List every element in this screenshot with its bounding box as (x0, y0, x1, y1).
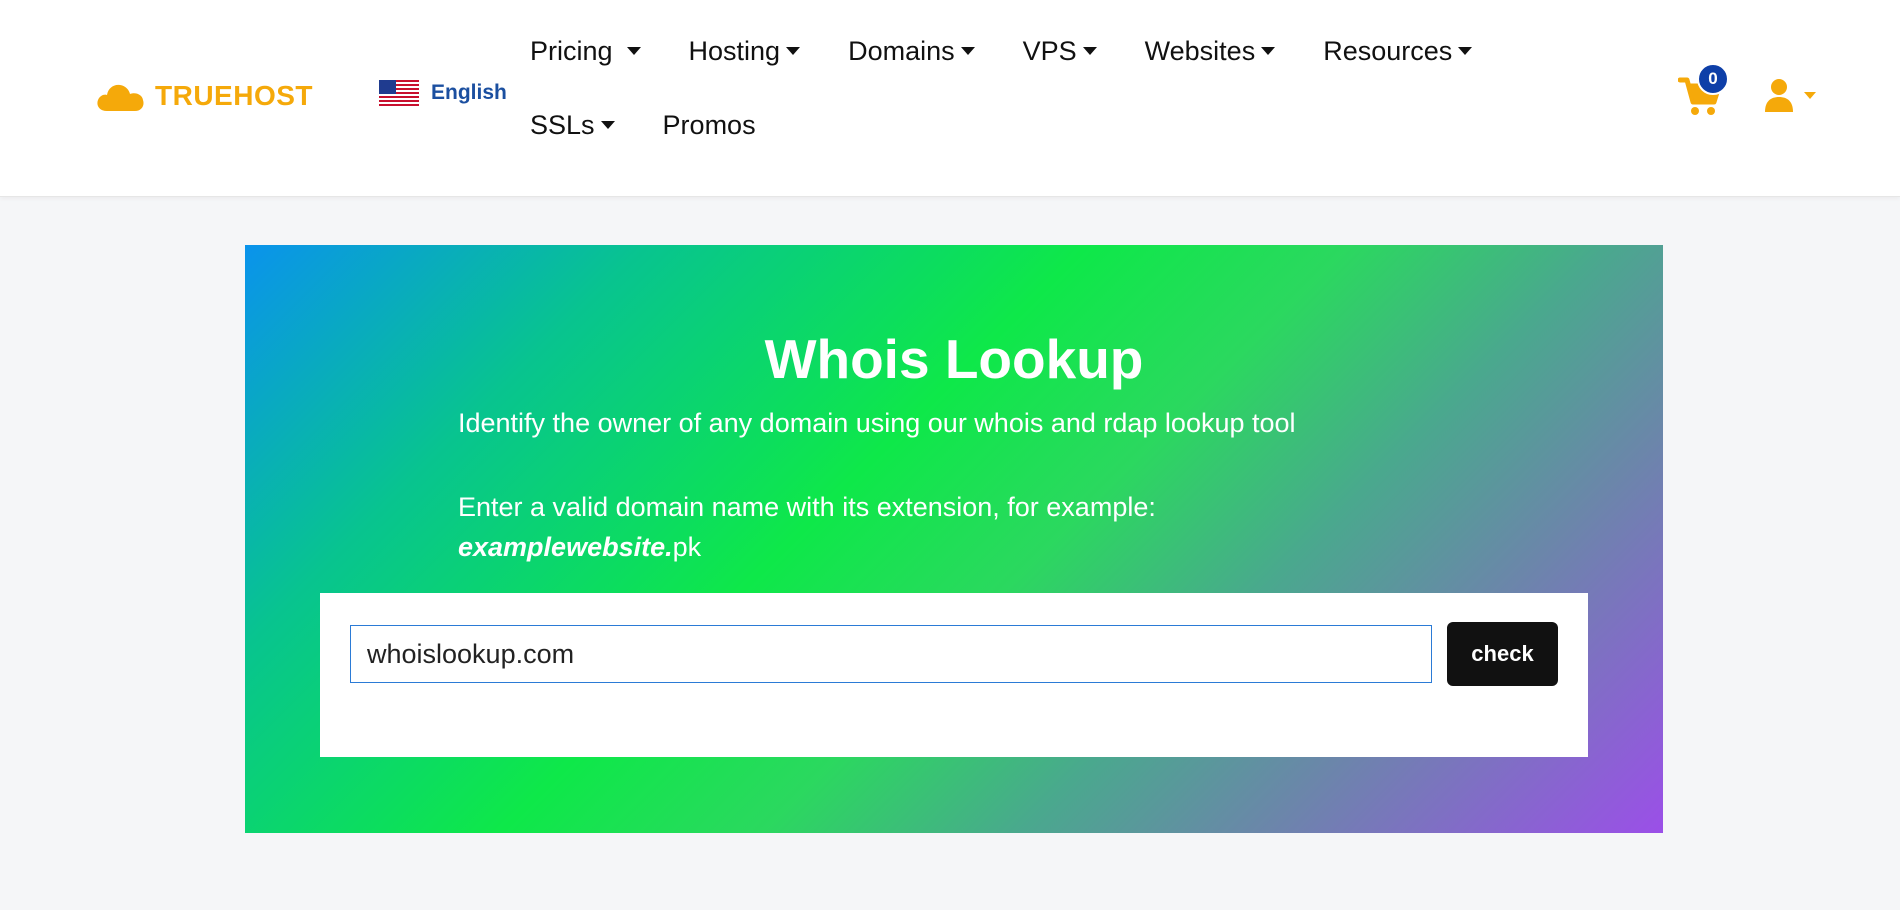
us-flag-icon (379, 80, 419, 106)
cloud-icon (97, 84, 144, 111)
page-title: Whois Lookup (764, 328, 1144, 390)
chevron-down-icon (600, 121, 615, 129)
hero-subtitle: Identify the owner of any domain using o… (458, 408, 1296, 438)
chevron-down-icon (626, 47, 641, 55)
site-header: TRUEHOST English Pricing Hosting Domains… (0, 0, 1900, 197)
nav-pricing[interactable]: Pricing (530, 36, 641, 66)
cart-count-badge: 0 (1697, 63, 1729, 95)
brand-name: TRUEHOST (155, 80, 313, 111)
nav-label: Resources (1323, 35, 1453, 66)
chevron-down-icon (1458, 47, 1473, 55)
whois-hero: Whois Lookup Identify the owner of any d… (245, 245, 1663, 833)
search-card: check (320, 593, 1588, 757)
nav-label: Pricing (530, 35, 613, 66)
main-nav: Pricing Hosting Domains VPS Websites Res… (530, 36, 1590, 140)
nav-resources[interactable]: Resources (1323, 35, 1473, 66)
hero-hint: Enter a valid domain name with its exten… (458, 487, 1358, 567)
nav-hosting[interactable]: Hosting (689, 36, 801, 66)
user-icon (1765, 79, 1793, 112)
check-button[interactable]: check (1447, 622, 1558, 686)
hint-example-ext: pk (672, 532, 702, 562)
nav-label: Domains (848, 35, 955, 66)
language-label: English (431, 81, 507, 104)
domain-search-input[interactable] (350, 625, 1432, 683)
chevron-down-icon (786, 47, 801, 55)
nav-label: SSLs (530, 109, 595, 140)
nav-domains[interactable]: Domains (848, 36, 975, 66)
language-selector[interactable]: English (379, 80, 507, 106)
chevron-down-icon (1261, 47, 1276, 55)
nav-ssls[interactable]: SSLs (530, 110, 615, 140)
truehost-logo[interactable]: TRUEHOST (95, 76, 313, 116)
hint-text: Enter a valid domain name with its exten… (458, 492, 1156, 522)
chevron-down-icon (960, 47, 975, 55)
nav-label: VPS (1022, 35, 1077, 66)
nav-label: Hosting (688, 35, 781, 66)
account-menu[interactable] (1764, 78, 1816, 112)
nav-vps[interactable]: VPS (1023, 36, 1097, 66)
nav-label: Websites (1144, 35, 1256, 66)
chevron-down-icon (1082, 47, 1097, 55)
nav-promos[interactable]: Promos (663, 110, 756, 140)
nav-websites[interactable]: Websites (1145, 36, 1276, 66)
nav-label: Promos (662, 109, 756, 140)
hint-example-name: examplewebsite. (458, 532, 673, 562)
chevron-down-icon (1804, 91, 1816, 99)
